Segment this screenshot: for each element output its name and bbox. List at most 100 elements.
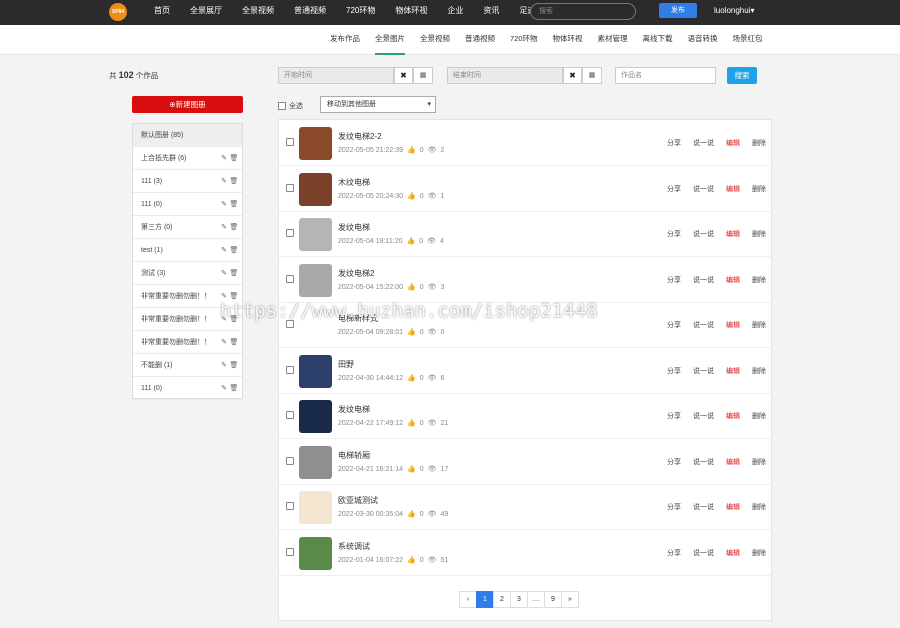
work-checkbox[interactable]: [286, 456, 294, 465]
say-button[interactable]: 说一说: [693, 502, 714, 512]
clear-end-date-button[interactable]: ✖: [563, 67, 582, 84]
delete-button[interactable]: 删除: [752, 229, 766, 239]
end-date-input[interactable]: 结束时间: [447, 67, 563, 84]
say-button[interactable]: 说一说: [693, 411, 714, 421]
trash-icon[interactable]: 🗑: [229, 223, 239, 231]
share-button[interactable]: 分享: [667, 184, 681, 194]
trash-icon[interactable]: 🗑: [229, 384, 239, 392]
nav-item-panorama-hall[interactable]: 全景展厅: [190, 0, 222, 25]
edit-button[interactable]: 编辑: [726, 229, 740, 239]
say-button[interactable]: 说一说: [693, 184, 714, 194]
subnav-720-object[interactable]: 720环物: [510, 25, 538, 55]
album-item[interactable]: 111 (0) ✎ 🗑: [133, 193, 242, 216]
next-page-button[interactable]: »: [561, 591, 579, 608]
work-title[interactable]: 发纹电梯2-2: [338, 131, 382, 142]
edit-icon[interactable]: ✎: [219, 384, 229, 392]
album-item[interactable]: test (1) ✎ 🗑: [133, 239, 242, 262]
work-thumbnail[interactable]: [299, 400, 332, 433]
calendar-icon[interactable]: ▦: [582, 67, 602, 84]
edit-icon[interactable]: ✎: [219, 223, 229, 231]
work-checkbox[interactable]: [286, 547, 294, 556]
work-title[interactable]: 发纹电梯: [338, 222, 370, 233]
say-button[interactable]: 说一说: [693, 320, 714, 330]
trash-icon[interactable]: 🗑: [229, 269, 239, 277]
album-item[interactable]: 111 (0) ✎ 🗑: [133, 377, 242, 400]
work-title[interactable]: 电梯轿厢: [338, 450, 370, 461]
delete-button[interactable]: 删除: [752, 275, 766, 285]
edit-icon[interactable]: ✎: [219, 200, 229, 208]
trash-icon[interactable]: 🗑: [229, 200, 239, 208]
edit-icon[interactable]: ✎: [219, 361, 229, 369]
share-button[interactable]: 分享: [667, 457, 681, 467]
edit-icon[interactable]: ✎: [219, 154, 229, 162]
edit-button[interactable]: 编辑: [726, 548, 740, 558]
say-button[interactable]: 说一说: [693, 548, 714, 558]
share-button[interactable]: 分享: [667, 366, 681, 376]
delete-button[interactable]: 删除: [752, 457, 766, 467]
trash-icon[interactable]: 🗑: [229, 292, 239, 300]
album-item[interactable]: 第三方 (0) ✎ 🗑: [133, 216, 242, 239]
search-button[interactable]: 搜索: [727, 67, 757, 84]
nav-item-panorama-video[interactable]: 全景视频: [242, 0, 274, 25]
work-checkbox[interactable]: [286, 274, 294, 283]
calendar-icon[interactable]: ▦: [413, 67, 433, 84]
work-thumbnail[interactable]: [299, 309, 332, 342]
say-button[interactable]: 说一说: [693, 275, 714, 285]
edit-icon[interactable]: ✎: [219, 292, 229, 300]
subnav-normal-video[interactable]: 普通视频: [465, 25, 495, 55]
album-item[interactable]: 不能删 (1) ✎ 🗑: [133, 354, 242, 377]
trash-icon[interactable]: 🗑: [229, 338, 239, 346]
edit-icon[interactable]: ✎: [219, 177, 229, 185]
subnav-voice-convert[interactable]: 语音转换: [688, 25, 718, 55]
edit-button[interactable]: 编辑: [726, 184, 740, 194]
subnav-panorama-video[interactable]: 全景视频: [420, 25, 450, 55]
nav-item-home[interactable]: 首页: [154, 0, 170, 25]
nav-item-enterprise[interactable]: 企业: [447, 0, 463, 25]
subnav-object-view[interactable]: 物体环视: [553, 25, 583, 55]
move-album-select[interactable]: 移动到其他图册 ▾: [320, 96, 436, 113]
trash-icon[interactable]: 🗑: [229, 315, 239, 323]
share-button[interactable]: 分享: [667, 275, 681, 285]
subnav-panorama-images[interactable]: 全景图片: [375, 25, 405, 55]
nav-item-720-object[interactable]: 720环物: [346, 0, 375, 25]
edit-button[interactable]: 编辑: [726, 411, 740, 421]
delete-button[interactable]: 删除: [752, 184, 766, 194]
share-button[interactable]: 分享: [667, 320, 681, 330]
work-thumbnail[interactable]: [299, 536, 332, 570]
subnav-material-management[interactable]: 素材管理: [598, 25, 628, 55]
edit-button[interactable]: 编辑: [726, 275, 740, 285]
page-button[interactable]: 3: [510, 591, 528, 608]
work-checkbox[interactable]: [286, 183, 294, 192]
start-date-input[interactable]: 开始时间: [278, 67, 394, 84]
share-button[interactable]: 分享: [667, 229, 681, 239]
publish-button[interactable]: 发布: [659, 3, 697, 18]
say-button[interactable]: 说一说: [693, 138, 714, 148]
work-title[interactable]: 发纹电梯: [338, 404, 370, 415]
new-album-button[interactable]: ⊕新建图册: [132, 96, 243, 113]
edit-icon[interactable]: ✎: [219, 338, 229, 346]
trash-icon[interactable]: 🗑: [229, 154, 239, 162]
delete-button[interactable]: 删除: [752, 548, 766, 558]
album-item[interactable]: 上合抵先群 (6) ✎ 🗑: [133, 147, 242, 170]
share-button[interactable]: 分享: [667, 411, 681, 421]
work-title[interactable]: 田野: [338, 359, 354, 370]
work-title[interactable]: 欧亚城测试: [338, 495, 378, 506]
edit-icon[interactable]: ✎: [219, 246, 229, 254]
subnav-offline-download[interactable]: 离线下载: [643, 25, 673, 55]
work-checkbox[interactable]: [286, 502, 294, 510]
work-checkbox[interactable]: [286, 229, 294, 237]
page-button[interactable]: 2: [493, 591, 511, 608]
say-button[interactable]: 说一说: [693, 366, 714, 376]
work-checkbox[interactable]: [286, 320, 294, 328]
subnav-publish-work[interactable]: 发布作品: [330, 25, 360, 55]
album-item[interactable]: 111 (3) ✎ 🗑: [133, 170, 242, 193]
edit-button[interactable]: 编辑: [726, 457, 740, 467]
work-thumbnail[interactable]: [299, 172, 332, 206]
header-search-input[interactable]: 搜索: [530, 3, 636, 20]
page-button[interactable]: 1: [476, 591, 494, 608]
work-checkbox[interactable]: [286, 138, 294, 146]
select-all-checkbox[interactable]: [278, 102, 286, 110]
work-thumbnail[interactable]: [299, 127, 332, 160]
say-button[interactable]: 说一说: [693, 457, 714, 467]
select-all[interactable]: 全选: [278, 101, 303, 111]
